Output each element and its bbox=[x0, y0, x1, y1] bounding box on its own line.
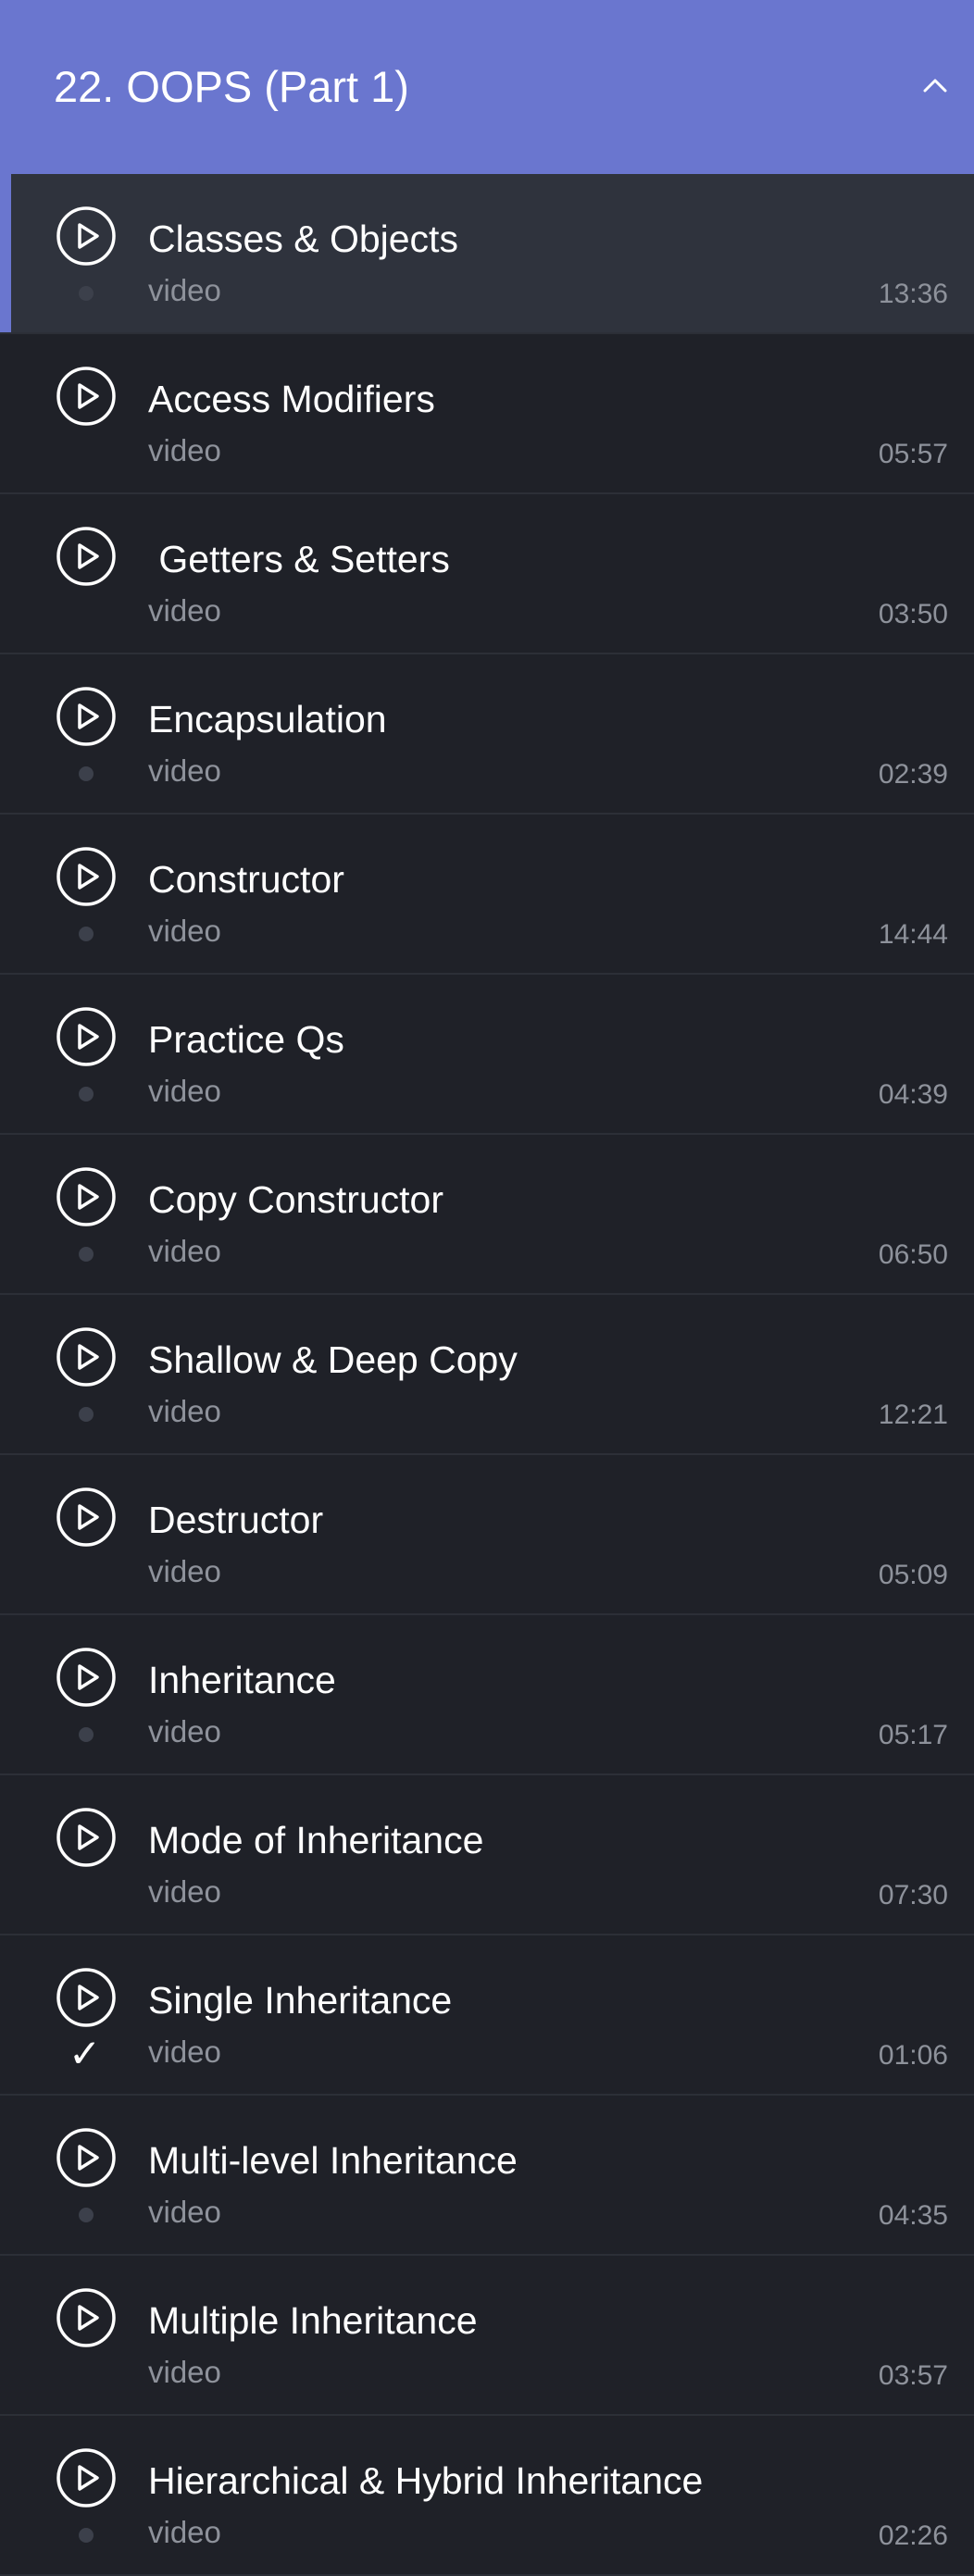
lesson-duration: 14:44 bbox=[878, 919, 948, 950]
lesson-row[interactable]: ✓ Single Inheritance video 01:06 bbox=[0, 1935, 974, 2096]
lesson-title: Classes & Objects bbox=[148, 218, 458, 260]
lesson-title: Multi-level Inheritance bbox=[148, 2139, 518, 2182]
lesson-title: Getters & Setters bbox=[148, 538, 450, 580]
lesson-type: video bbox=[148, 1554, 221, 1588]
lesson-type: video bbox=[148, 2515, 221, 2549]
play-icon[interactable] bbox=[56, 2447, 117, 2508]
lesson-type: video bbox=[148, 2355, 221, 2389]
lesson-row[interactable]: Encapsulation video 02:39 bbox=[0, 654, 974, 815]
lesson-type: video bbox=[148, 914, 221, 948]
progress-dot-icon bbox=[79, 1407, 94, 1422]
lesson-type: video bbox=[148, 1874, 221, 1909]
play-icon[interactable] bbox=[56, 1487, 117, 1548]
lesson-duration: 05:57 bbox=[878, 439, 948, 469]
lesson-duration: 01:06 bbox=[878, 2040, 948, 2071]
lesson-duration: 04:35 bbox=[878, 2200, 948, 2231]
lesson-type: video bbox=[148, 433, 221, 467]
progress-dot-icon bbox=[79, 766, 94, 781]
lesson-title: Practice Qs bbox=[148, 1018, 344, 1061]
lesson-duration: 03:57 bbox=[878, 2360, 948, 2391]
lesson-row[interactable]: Shallow & Deep Copy video 12:21 bbox=[0, 1295, 974, 1455]
lesson-type: video bbox=[148, 2035, 221, 2069]
progress-dot-icon bbox=[79, 1727, 94, 1742]
checkmark-icon: ✓ bbox=[69, 2031, 102, 2076]
lesson-title: Destructor bbox=[148, 1499, 324, 1541]
lesson-title: Mode of Inheritance bbox=[148, 1819, 484, 1861]
lesson-duration: 07:30 bbox=[878, 1880, 948, 1910]
lesson-title: Single Inheritance bbox=[148, 1979, 453, 2022]
lesson-row[interactable]: Access Modifiers video 05:57 bbox=[0, 334, 974, 494]
lesson-duration: 12:21 bbox=[878, 1400, 948, 1430]
lesson-duration: 06:50 bbox=[878, 1239, 948, 1270]
play-icon[interactable] bbox=[56, 686, 117, 747]
lesson-duration: 13:36 bbox=[878, 279, 948, 309]
lesson-type: video bbox=[148, 273, 221, 307]
lesson-title: Multiple Inheritance bbox=[148, 2299, 478, 2342]
play-icon[interactable] bbox=[56, 1967, 117, 2028]
active-indicator-bar bbox=[0, 174, 11, 332]
progress-dot-icon bbox=[79, 286, 94, 301]
lesson-type: video bbox=[148, 753, 221, 788]
lesson-duration: 02:26 bbox=[878, 2520, 948, 2551]
lesson-list: Classes & Objects video 13:36 Access Modifi… bbox=[0, 174, 974, 2576]
lesson-title: Access Modifiers bbox=[148, 378, 435, 420]
lesson-row[interactable]: Multiple Inheritance video 03:57 bbox=[0, 2256, 974, 2416]
lesson-type: video bbox=[148, 1234, 221, 1268]
lesson-type: video bbox=[148, 1394, 221, 1428]
play-icon[interactable] bbox=[56, 1166, 117, 1227]
lesson-title: Inheritance bbox=[148, 1659, 336, 1701]
lesson-type: video bbox=[148, 1074, 221, 1108]
lesson-type: video bbox=[148, 2195, 221, 2229]
lesson-type: video bbox=[148, 1714, 221, 1748]
section-title: 22. OOPS (Part 1) bbox=[54, 62, 409, 111]
chevron-up-icon bbox=[923, 79, 947, 93]
progress-dot-icon bbox=[79, 927, 94, 941]
play-icon[interactable] bbox=[56, 205, 117, 267]
play-icon[interactable] bbox=[56, 1647, 117, 1708]
lesson-duration: 05:09 bbox=[878, 1560, 948, 1590]
lesson-row[interactable]: Hierarchical & Hybrid Inheritance video 02… bbox=[0, 2416, 974, 2576]
lesson-title: Hierarchical & Hybrid Inheritance bbox=[148, 2459, 704, 2502]
lesson-duration: 05:17 bbox=[878, 1720, 948, 1750]
lesson-type: video bbox=[148, 593, 221, 628]
progress-dot-icon bbox=[79, 2208, 94, 2222]
lesson-row[interactable]: Inheritance video 05:17 bbox=[0, 1615, 974, 1775]
progress-dot-icon bbox=[79, 2528, 94, 2543]
lesson-row[interactable]: Destructor video 05:09 bbox=[0, 1455, 974, 1615]
lesson-row[interactable]: Classes & Objects video 13:36 bbox=[0, 174, 974, 334]
play-icon[interactable] bbox=[56, 2287, 117, 2348]
section-header[interactable]: 22. OOPS (Part 1) bbox=[0, 0, 974, 174]
lesson-title: Encapsulation bbox=[148, 698, 387, 740]
play-icon[interactable] bbox=[56, 1807, 117, 1868]
lesson-title: Shallow & Deep Copy bbox=[148, 1338, 518, 1381]
lesson-row[interactable]: Getters & Setters video 03:50 bbox=[0, 494, 974, 654]
lesson-title: Copy Constructor bbox=[148, 1178, 444, 1221]
lesson-row[interactable]: Multi-level Inheritance video 04:35 bbox=[0, 2096, 974, 2256]
play-icon[interactable] bbox=[56, 2127, 117, 2188]
play-icon[interactable] bbox=[56, 526, 117, 587]
play-icon[interactable] bbox=[56, 846, 117, 907]
collapse-button[interactable] bbox=[917, 67, 954, 104]
lesson-title: Constructor bbox=[148, 858, 344, 901]
play-icon[interactable] bbox=[56, 1006, 117, 1067]
lesson-row[interactable]: Constructor video 14:44 bbox=[0, 815, 974, 975]
lesson-duration: 03:50 bbox=[878, 599, 948, 629]
lesson-duration: 02:39 bbox=[878, 759, 948, 790]
lesson-row[interactable]: Copy Constructor video 06:50 bbox=[0, 1135, 974, 1295]
lesson-row[interactable]: Mode of Inheritance video 07:30 bbox=[0, 1775, 974, 1935]
play-icon[interactable] bbox=[56, 366, 117, 427]
play-icon[interactable] bbox=[56, 1326, 117, 1388]
progress-dot-icon bbox=[79, 1247, 94, 1262]
lesson-row[interactable]: Practice Qs video 04:39 bbox=[0, 975, 974, 1135]
lesson-duration: 04:39 bbox=[878, 1079, 948, 1110]
progress-dot-icon bbox=[79, 1087, 94, 1101]
